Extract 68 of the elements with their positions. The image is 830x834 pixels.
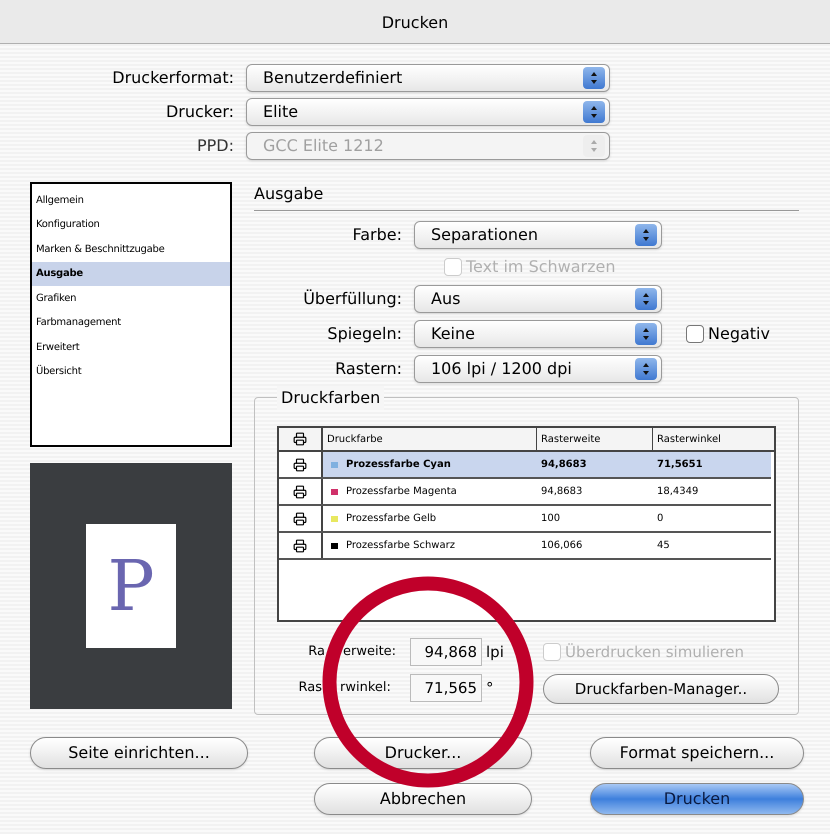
checkbox-label: Negativ <box>708 323 770 345</box>
category-item[interactable]: Ausgabe <box>32 262 230 286</box>
dropdown[interactable]: Elite <box>246 98 610 126</box>
window-title: Drucken <box>382 12 448 34</box>
column-header: Rasterweite <box>537 428 653 450</box>
stepper-icon <box>635 288 657 310</box>
push-button[interactable]: Drucken <box>590 783 804 815</box>
table-cell-text: 94,8683 <box>540 458 588 472</box>
ink-row[interactable]: Prozessfarbe Schwarz 106,066 45 <box>279 533 771 560</box>
category-item[interactable]: Marken & Beschnittzugabe <box>32 237 230 262</box>
column-header: Druckfarbe <box>323 428 537 450</box>
table-cell-text: 18,4349 <box>656 485 700 499</box>
table-cell-text: 106,066 <box>540 539 584 553</box>
unit-label: lpi <box>486 642 505 663</box>
dropdown[interactable]: Aus <box>414 285 662 313</box>
field-label: Farbe: <box>351 224 403 246</box>
group-title: Druckfarben <box>277 386 384 410</box>
category-item[interactable]: Erweitert <box>32 335 230 360</box>
field-label: Ra <box>307 643 325 662</box>
stepper-icon <box>635 358 657 380</box>
ink-row[interactable]: Prozessfarbe Magenta 94,8683 18,4349 <box>279 479 771 506</box>
category-item[interactable]: Übersicht <box>32 360 230 384</box>
ink-row[interactable]: Prozessfarbe Cyan 94,8683 71,5651 <box>279 452 771 479</box>
column-header: Rasterwinkel <box>656 432 722 446</box>
push-button[interactable]: Seite einrichten... <box>30 737 248 769</box>
checkbox[interactable] <box>686 325 704 343</box>
dropdown[interactable]: Benutzerdefiniert <box>246 64 610 92</box>
field-label: Ras <box>298 679 322 698</box>
field-label: rwinkel: <box>340 679 392 698</box>
stepper-icon <box>583 135 605 157</box>
push-button[interactable]: Format speichern... <box>590 737 804 769</box>
field-label: Überfüllung: <box>302 288 403 310</box>
section-title: Ausgabe <box>254 182 799 211</box>
input-field[interactable]: 94,868 <box>410 638 482 666</box>
checkbox-label: Überdrucken simulieren <box>565 642 744 663</box>
category-item[interactable]: Allgemein <box>32 188 230 212</box>
field-label: PPD: <box>196 135 235 157</box>
category-item[interactable]: Farbmanagement <box>32 310 230 335</box>
field-label: Rastern: <box>334 358 403 380</box>
table-cell-text: 45 <box>656 539 671 553</box>
table-cell-text: Prozessfarbe Cyan <box>346 458 451 472</box>
table-cell-text: Prozessfarbe Magenta <box>346 485 457 499</box>
ink-manager-button[interactable]: Druckfarben-Manager.. <box>543 674 779 704</box>
unit-label: ° <box>486 678 494 699</box>
dropdown[interactable]: Separationen <box>414 221 662 249</box>
ink-row[interactable]: Prozessfarbe Gelb 100 0 <box>279 506 771 533</box>
field-label: erweite: <box>343 643 398 662</box>
checkbox-label: Text im Schwarzen <box>466 256 616 278</box>
input-field[interactable]: 71,565 <box>410 674 482 702</box>
preview-letter: P <box>107 544 155 628</box>
table-cell-text: 71,5651 <box>656 458 704 472</box>
push-button[interactable]: Abbrechen <box>314 783 532 815</box>
stepper-icon <box>583 67 605 89</box>
table-cell-text: Prozessfarbe Schwarz <box>346 539 455 553</box>
table-cell-text: 0 <box>656 512 664 526</box>
table-cell-text: 94,8683 <box>540 485 584 499</box>
field-label: Drucker: <box>164 101 235 123</box>
table-cell-text: 100 <box>540 512 562 526</box>
field-label: Spiegeln: <box>326 323 403 345</box>
table-cell-text: Prozessfarbe Gelb <box>346 512 436 526</box>
category-item[interactable]: Konfiguration <box>32 212 230 237</box>
stepper-icon <box>635 323 657 345</box>
dropdown[interactable]: 106 lpi / 1200 dpi <box>414 355 662 383</box>
stepper-icon <box>635 224 657 246</box>
category-item[interactable]: Grafiken <box>32 286 230 310</box>
field-label: Druckerformat: <box>111 67 235 89</box>
stepper-icon <box>583 101 605 123</box>
dropdown[interactable]: Keine <box>414 320 662 348</box>
